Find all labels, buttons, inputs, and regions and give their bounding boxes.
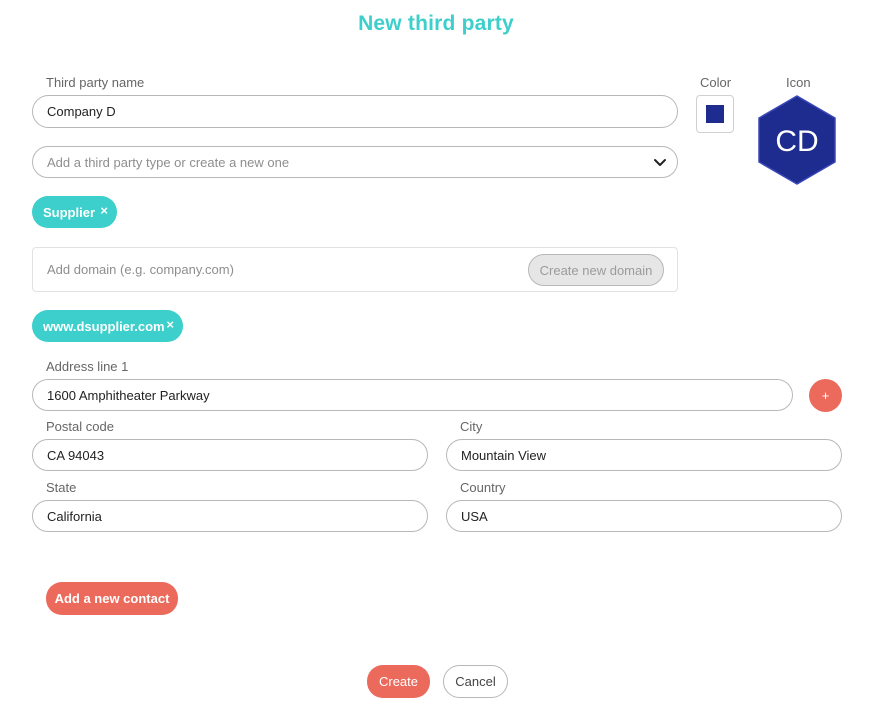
address-line1-label: Address line 1 — [46, 359, 129, 374]
name-label: Third party name — [46, 75, 145, 90]
third-party-name-input[interactable]: Company D — [32, 95, 678, 128]
domain-tag-label: www.dsupplier.com — [43, 318, 165, 334]
domain-input[interactable]: Add domain (e.g. company.com) — [47, 262, 234, 277]
third-party-name-value: Company D — [47, 104, 116, 119]
type-select-placeholder: Add a third party type or create a new o… — [47, 154, 290, 170]
country-input[interactable]: USA — [446, 500, 842, 532]
close-icon[interactable]: × — [100, 203, 108, 218]
country-label: Country — [460, 480, 506, 495]
city-input[interactable]: Mountain View — [446, 439, 842, 471]
address-line1-input[interactable]: 1600 Amphitheater Parkway — [32, 379, 793, 411]
state-label: State — [46, 480, 77, 495]
postal-code-value: CA 94043 — [47, 447, 105, 463]
create-new-domain-button[interactable]: Create new domain — [528, 254, 664, 286]
color-picker[interactable] — [696, 95, 734, 133]
city-value: Mountain View — [461, 447, 547, 463]
color-swatch — [706, 105, 724, 123]
state-input[interactable]: California — [32, 500, 428, 532]
add-address-line-button[interactable]: + — [809, 379, 842, 412]
state-value: California — [47, 508, 102, 524]
close-icon[interactable]: × — [166, 317, 174, 332]
country-value: USA — [461, 508, 488, 524]
dialog-title: New third party — [358, 12, 514, 35]
cancel-button[interactable]: Cancel — [443, 665, 508, 698]
icon-label: Icon — [786, 75, 811, 90]
city-label: City — [460, 419, 483, 434]
type-tag-supplier: Supplier × — [32, 196, 117, 228]
domain-tag: www.dsupplier.com × — [32, 310, 183, 342]
domain-panel: Add domain (e.g. company.com) Create new… — [32, 247, 678, 292]
chevron-down-icon — [654, 159, 666, 166]
third-party-type-select[interactable]: Add a third party type or create a new o… — [32, 146, 678, 178]
type-tag-label: Supplier — [43, 204, 96, 220]
postal-code-input[interactable]: CA 94043 — [32, 439, 428, 471]
icon-initials: CD — [775, 125, 818, 158]
color-label: Color — [700, 75, 732, 90]
create-button[interactable]: Create — [367, 665, 430, 698]
address-line1-value: 1600 Amphitheater Parkway — [47, 387, 210, 403]
company-icon-hexagon[interactable]: CD — [757, 95, 837, 185]
add-contact-button[interactable]: Add a new contact — [46, 582, 178, 615]
postal-code-label: Postal code — [46, 419, 114, 434]
